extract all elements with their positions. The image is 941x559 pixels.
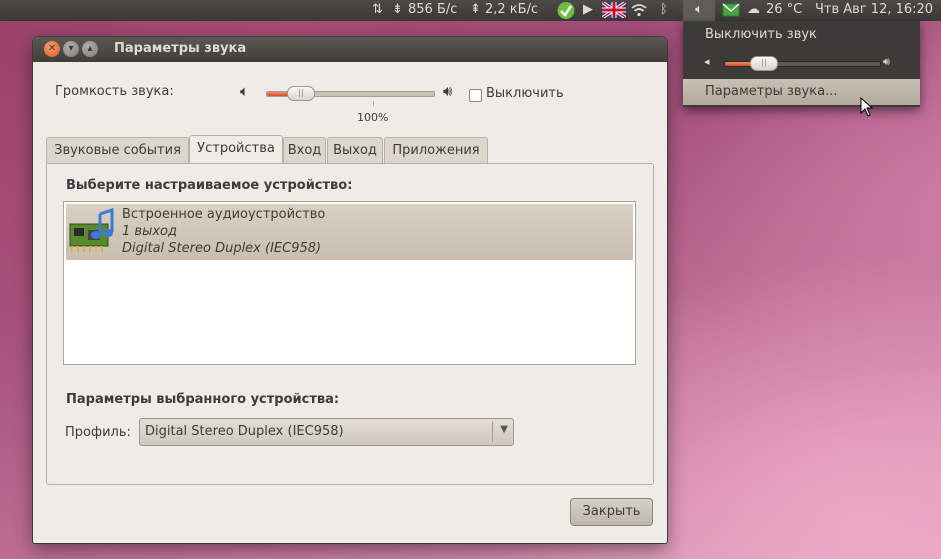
tab-devices[interactable]: Устройства — [189, 135, 283, 164]
uk-flag-icon[interactable] — [601, 0, 627, 20]
net-download-rate: 856 Б/с — [408, 2, 458, 17]
mail-icon[interactable] — [722, 0, 740, 21]
wifi-icon[interactable] — [630, 0, 648, 21]
chevron-down-icon: ▼ — [500, 424, 508, 435]
profile-select[interactable]: Digital Stereo Duplex (IEC958) ▼ — [139, 418, 514, 446]
device-profile: Digital Stereo Duplex (IEC958) — [122, 241, 322, 256]
tab-applications[interactable]: Приложения — [384, 137, 488, 164]
mouse-cursor-icon — [860, 96, 874, 121]
menu-volume-low-icon: ◂ — [704, 55, 710, 68]
menu-volume-high-icon: 🔊︎ — [883, 55, 890, 68]
volume-label: Громкость звука: — [55, 84, 174, 99]
network-arrows-icon[interactable]: ⇅ — [372, 0, 383, 21]
weather-icon[interactable]: ☁ — [747, 0, 760, 21]
window-title: Параметры звука — [114, 41, 247, 56]
upload-icon: ⇞ — [470, 2, 481, 17]
volume-slider-thumb[interactable]: || — [287, 86, 315, 101]
maximize-window-button[interactable]: ▴ — [82, 41, 98, 57]
volume-low-icon: 🔈︎ — [240, 82, 250, 100]
menu-item-sound-settings[interactable]: Параметры звука... — [683, 79, 920, 105]
profile-label: Профиль: — [65, 425, 131, 440]
weather-temp[interactable]: 26 °C — [766, 0, 802, 21]
menu-item-mute[interactable]: Выключить звук — [705, 27, 817, 42]
close-button[interactable]: Закрыть — [570, 498, 653, 526]
device-outputs: 1 выход — [122, 224, 177, 239]
download-icon: ⇟ — [392, 2, 403, 17]
selected-device-heading: Параметры выбранного устройства: — [66, 392, 340, 407]
play-icon[interactable]: ▶ — [583, 0, 593, 21]
volume-tick — [373, 101, 374, 106]
close-window-button[interactable]: ✕ — [44, 41, 60, 57]
clock[interactable]: Чтв Авг 12, 16:20 — [815, 0, 933, 21]
sound-indicator-menu: Выключить звук ◂ || 🔊︎ Параметры звука..… — [683, 21, 920, 107]
top-panel: ⇅ ⇟ 856 Б/с ⇞ 2,2 кБ/с ▶ ᛒ 🔈︎ ☁ 26 °C Чт… — [0, 0, 941, 21]
menu-volume-slider-thumb[interactable]: || — [750, 56, 778, 71]
tab-output[interactable]: Выход — [327, 137, 383, 164]
device-list[interactable]: Встроенное аудиоустройство 1 выход Digit… — [63, 201, 636, 365]
bluetooth-icon[interactable]: ᛒ — [660, 0, 668, 21]
net-upload-rate: 2,2 кБ/с — [485, 2, 539, 17]
tab-sound-events[interactable]: Звуковые события — [46, 137, 189, 164]
titlebar[interactable]: ✕ ▾ ▴ Параметры звука — [33, 37, 667, 62]
check-icon[interactable] — [556, 1, 576, 20]
profile-select-value: Digital Stereo Duplex (IEC958) — [145, 424, 344, 439]
minimize-window-button[interactable]: ▾ — [63, 41, 79, 57]
volume-icon[interactable]: 🔈︎ — [683, 0, 715, 21]
sound-card-icon — [68, 207, 118, 260]
combo-separator — [492, 422, 493, 442]
volume-percent: 100% — [357, 111, 389, 124]
tab-input[interactable]: Вход — [283, 137, 326, 164]
mute-label: Выключить — [486, 86, 564, 101]
sound-preferences-window: ✕ ▾ ▴ Параметры звука Громкость звука: 🔈… — [33, 37, 667, 543]
menu-item-sound-settings-label: Параметры звука... — [705, 84, 838, 99]
volume-high-icon: 🔊︎ — [443, 82, 453, 100]
mute-checkbox[interactable] — [469, 89, 482, 102]
device-name: Встроенное аудиоустройство — [122, 207, 326, 222]
choose-device-heading: Выберите настраиваемое устройство: — [66, 178, 353, 193]
list-item[interactable]: Встроенное аудиоустройство 1 выход Digit… — [66, 204, 633, 260]
